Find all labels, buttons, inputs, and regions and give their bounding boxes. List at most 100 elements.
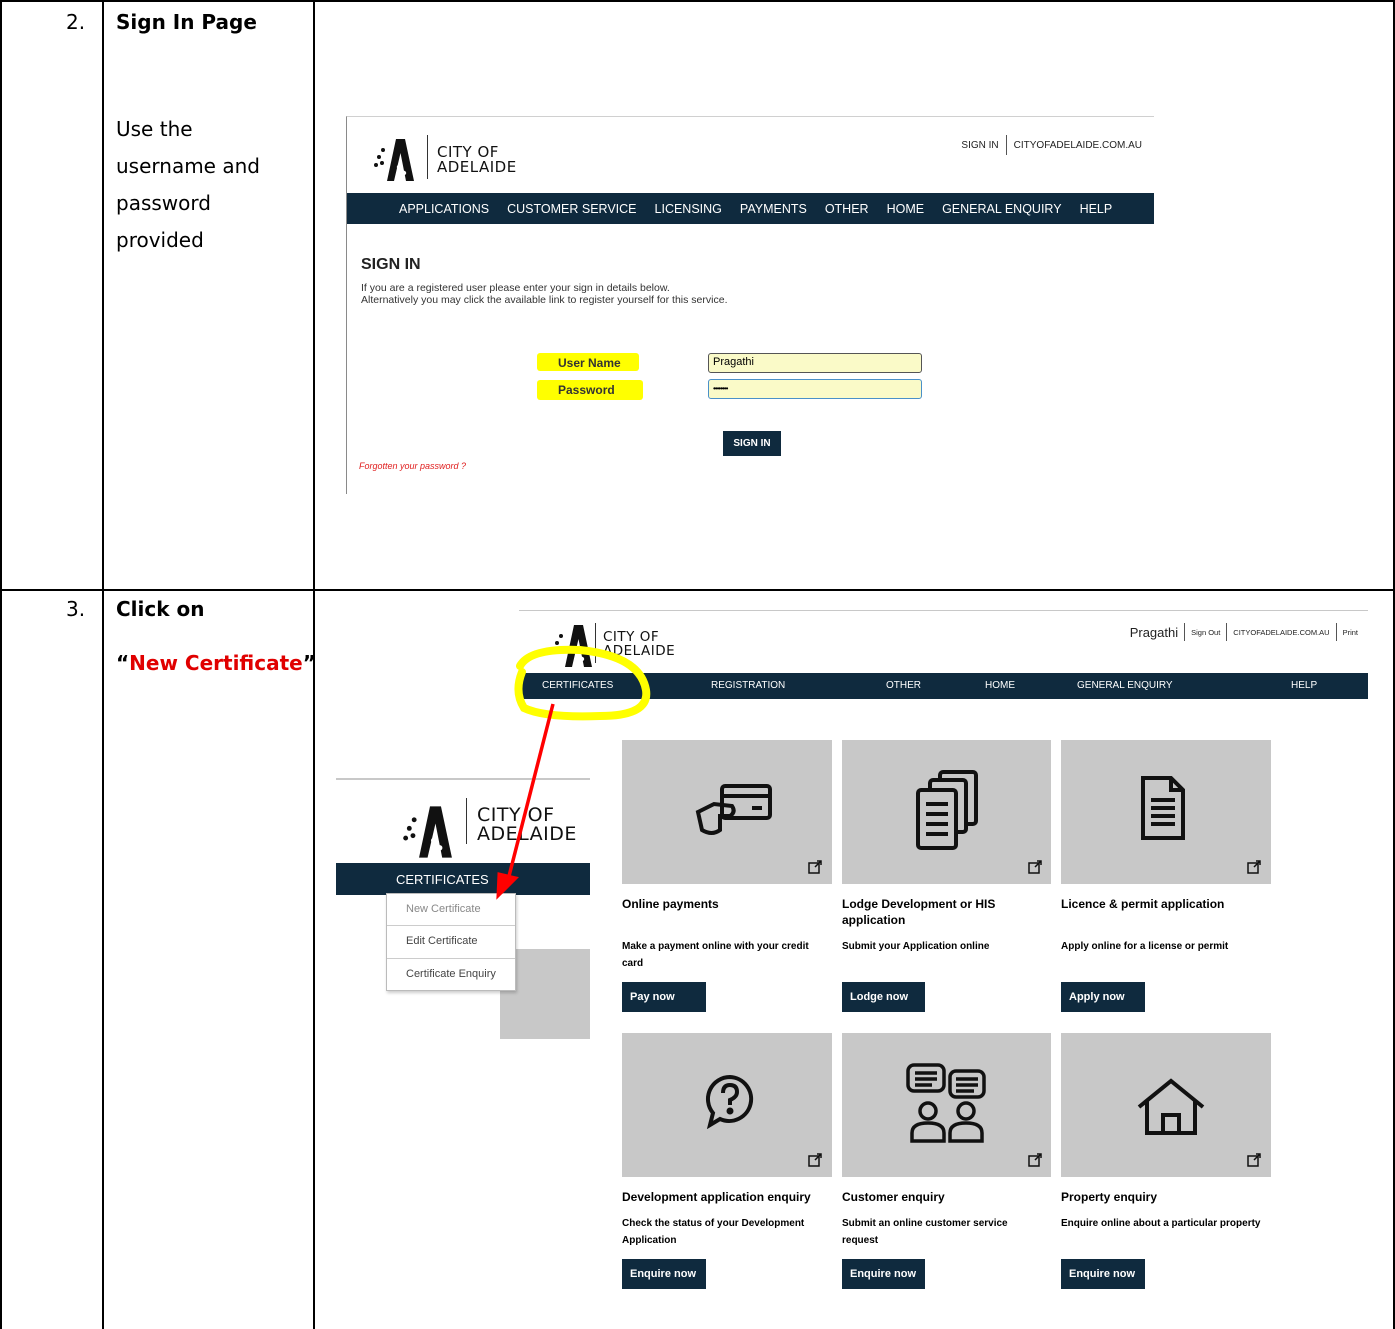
portal-top-links: Pragathi Sign Out CITYOFADELAIDE.COM.AU … [1130, 623, 1358, 641]
top-link-signin[interactable]: SIGN IN [961, 140, 998, 151]
enquire-now-button[interactable]: Enquire now [1061, 1259, 1145, 1289]
nav-registration[interactable]: REGISTRATION [711, 680, 785, 691]
intro-line-2: Alternatively you may click the availabl… [361, 294, 728, 306]
button-label: Enquire now [850, 1268, 916, 1280]
inset-nav-bar: CERTIFICATES [336, 863, 590, 895]
card-tile-development-enquiry[interactable] [622, 1033, 832, 1177]
card-tile-online-payments[interactable] [622, 740, 832, 884]
password-value: •••••••• [713, 384, 728, 393]
logo-text: CITY OF ADELAIDE [437, 145, 517, 175]
nav-other[interactable]: OTHER [825, 202, 869, 216]
username-field[interactable]: Pragathi [708, 353, 922, 373]
username-label: User Name [558, 356, 621, 370]
logo-text: CITY OF ADELAIDE [603, 630, 676, 659]
username-value: Pragathi [713, 356, 754, 368]
nav-licensing[interactable]: LICENSING [655, 202, 722, 216]
card-title: Development application enquiry [622, 1190, 811, 1204]
quote-open: “ [116, 651, 130, 675]
card-title: Property enquiry [1061, 1190, 1158, 1204]
enquire-now-button[interactable]: Enquire now [842, 1259, 925, 1289]
logo-line-2: ADELAIDE [603, 642, 676, 659]
signin-screenshot: CITY OF ADELAIDE SIGN IN CITYOFADELAIDE.… [346, 116, 1154, 494]
top-link-divider [1335, 623, 1337, 641]
enquire-now-button[interactable]: Enquire now [622, 1259, 706, 1289]
step-3-number: 3. [66, 597, 86, 621]
card-description: Check the status of your Development App… [622, 1218, 805, 1246]
step-2-instruction: Use the username and password provided [116, 111, 260, 259]
forgot-password-link[interactable]: Forgotten your password ? [359, 461, 466, 471]
intro-line-1: If you are a registered user please ente… [361, 282, 670, 294]
card-description: Submit your Application online [842, 941, 990, 952]
nav-applications[interactable]: APPLICATIONS [399, 202, 489, 216]
card-tile-customer-enquiry[interactable] [842, 1033, 1051, 1177]
external-link-icon [808, 860, 822, 874]
logo-line-2: ADELAIDE [477, 823, 577, 845]
user-name[interactable]: Pragathi [1130, 625, 1178, 640]
city-logo-icon [374, 139, 414, 181]
step-3-instruction: “New Certificate” [116, 651, 316, 675]
nav-help[interactable]: HELP [1291, 680, 1317, 691]
logo-divider [595, 623, 596, 663]
instruction-line: provided [116, 228, 204, 252]
top-link-site[interactable]: CITYOFADELAIDE.COM.AU [1014, 140, 1142, 151]
pay-now-button[interactable]: Pay now [622, 982, 706, 1012]
external-link-icon [1247, 860, 1261, 874]
top-link-divider [1226, 623, 1228, 641]
card-title: Lodge Development or HIS application [842, 897, 996, 927]
instruction-line: Use the [116, 117, 193, 141]
button-label: Apply now [1069, 991, 1125, 1003]
password-field[interactable]: •••••••• [708, 379, 922, 399]
top-link-site[interactable]: CITYOFADELAIDE.COM.AU [1233, 628, 1329, 637]
card-description: Make a payment online with your credit c… [622, 941, 809, 969]
apply-now-button[interactable]: Apply now [1061, 982, 1145, 1012]
signin-button[interactable]: SIGN IN [723, 431, 781, 456]
nav-other[interactable]: OTHER [886, 680, 921, 691]
lodge-now-button[interactable]: Lodge now [842, 982, 925, 1012]
nav-payments[interactable]: PAYMENTS [740, 202, 807, 216]
card-title: Customer enquiry [842, 1190, 945, 1204]
nav-certificates[interactable]: CERTIFICATES [542, 680, 613, 691]
menu-item-certificate-enquiry[interactable]: Certificate Enquiry [387, 959, 515, 991]
card-description: Apply online for a license or permit [1061, 941, 1229, 952]
signin-top-links: SIGN IN CITYOFADELAIDE.COM.AU [961, 135, 1142, 155]
step-3-title: Click on [116, 597, 205, 621]
signin-heading: SIGN IN [361, 256, 421, 273]
instruction-line: password [116, 191, 211, 215]
external-link-icon [1028, 860, 1042, 874]
step-2-title: Sign In Page [116, 10, 257, 34]
city-logo-icon [403, 806, 452, 858]
card-description: Submit an online customer service reques… [842, 1218, 1008, 1246]
logo-text: CITY OF ADELAIDE [477, 806, 577, 844]
question-bubble-icon [705, 1074, 754, 1129]
nav-help[interactable]: HELP [1080, 202, 1113, 216]
card-tile-property-enquiry[interactable] [1061, 1033, 1271, 1177]
table-border-col1 [102, 0, 104, 1329]
nav-customer-service[interactable]: CUSTOMER SERVICE [507, 202, 636, 216]
nav-certificates[interactable]: CERTIFICATES [396, 872, 489, 887]
city-logo-icon [552, 625, 592, 667]
menu-item-new-certificate[interactable]: New Certificate [387, 894, 515, 926]
step-2-number: 2. [66, 10, 86, 34]
nav-general-enquiry[interactable]: GENERAL ENQUIRY [942, 202, 1061, 216]
top-link-signout[interactable]: Sign Out [1191, 628, 1220, 637]
nav-general-enquiry[interactable]: GENERAL ENQUIRY [1077, 680, 1173, 691]
signin-nav-bar: APPLICATIONS CUSTOMER SERVICE LICENSING … [347, 193, 1154, 224]
card-tile-lodge-development[interactable] [842, 740, 1051, 884]
instruction-line: username and [116, 154, 260, 178]
menu-item-edit-certificate[interactable]: Edit Certificate [387, 926, 515, 959]
external-link-icon [808, 1153, 822, 1167]
button-label: Lodge now [850, 991, 909, 1003]
nav-home[interactable]: HOME [887, 202, 925, 216]
card-description: Enquire online about a particular proper… [1061, 1218, 1261, 1229]
nav-home[interactable]: HOME [985, 680, 1015, 691]
top-link-print[interactable]: Print [1343, 628, 1358, 637]
credit-card-icon [695, 784, 772, 835]
certificates-dropdown: New Certificate Edit Certificate Certifi… [386, 893, 516, 991]
card-tile-licence-permit[interactable] [1061, 740, 1271, 884]
external-link-icon [1028, 1153, 1042, 1167]
top-link-divider [1184, 623, 1186, 641]
certificates-menu-inset: CITY OF ADELAIDE CERTIFICATES New Certif… [336, 778, 590, 1039]
new-certificate-highlight: New Certificate [129, 651, 303, 675]
signin-intro: If you are a registered user please ente… [361, 282, 727, 306]
logo-line-2: ADELAIDE [437, 158, 517, 176]
